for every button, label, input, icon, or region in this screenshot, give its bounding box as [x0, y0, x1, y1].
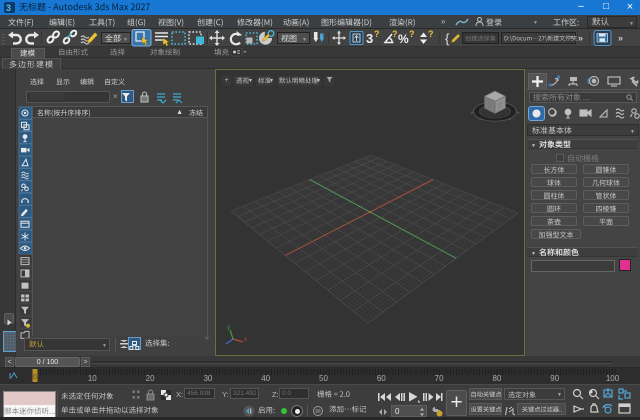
svg-text:3: 3 — [6, 3, 11, 13]
svg-text:?: ? — [409, 29, 415, 39]
svg-text:100: 100 — [606, 374, 620, 383]
svg-text:30: 30 — [203, 374, 212, 383]
svg-text:»: » — [578, 33, 583, 43]
svg-text:{: { — [445, 31, 450, 46]
svg-text:70: 70 — [435, 374, 444, 383]
svg-text:90: 90 — [550, 374, 559, 383]
svg-text:%: % — [398, 32, 409, 46]
svg-text:?: ? — [392, 29, 398, 39]
svg-text:3: 3 — [366, 31, 373, 46]
svg-text:»: » — [618, 33, 623, 43]
svg-text:?: ? — [374, 29, 380, 39]
svg-text:50: 50 — [319, 374, 328, 383]
svg-text:?: ? — [428, 29, 434, 39]
svg-text:80: 80 — [492, 374, 501, 383]
svg-text:40: 40 — [261, 374, 270, 383]
svg-text:60: 60 — [377, 374, 386, 383]
svg-text:x: x — [244, 337, 247, 343]
svg-text:20: 20 — [146, 374, 155, 383]
svg-text:10: 10 — [88, 374, 97, 383]
svg-text:0: 0 — [33, 374, 37, 381]
svg-text:y: y — [227, 325, 230, 331]
